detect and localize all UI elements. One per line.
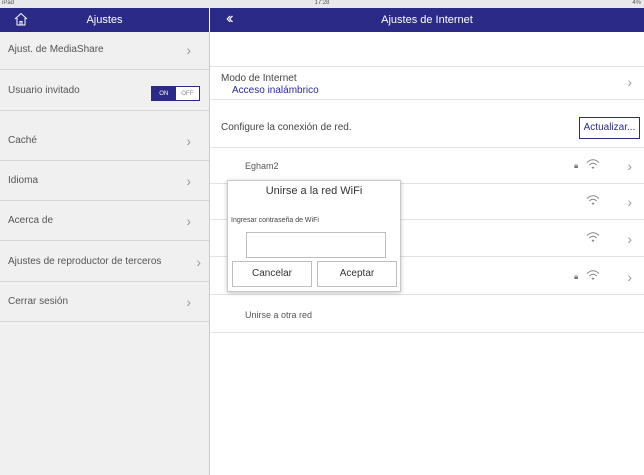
internet-mode-value: Acceso inalámbrico: [232, 85, 319, 96]
sidebar-item-label: Cerrar sesión: [8, 296, 69, 307]
password-input[interactable]: [246, 232, 386, 258]
sidebar-item-language[interactable]: Idioma ›: [0, 163, 209, 201]
internet-mode-label: Modo de Internet: [221, 73, 297, 84]
sidebar-item-about[interactable]: Acerca de ›: [0, 203, 209, 241]
toggle-on-label: ON: [152, 87, 176, 100]
sidebar-item-mediashare[interactable]: Ajust. de MediaShare ›: [0, 32, 209, 70]
sidebar-item-logout[interactable]: Cerrar sesión ›: [0, 284, 209, 322]
sidebar-item-label: Idioma: [8, 175, 39, 186]
join-other-network-label: Unirse a otra red: [245, 310, 313, 320]
sidebar-item-third-party-player[interactable]: Ajustes de reproductor de terceros ›: [0, 244, 209, 282]
network-config-label: Configure la conexión de red.: [221, 122, 352, 133]
refresh-button[interactable]: Actualizar...: [579, 117, 640, 139]
join-wifi-dialog: Unirse a la red WiFi Ingresar contraseña…: [227, 180, 401, 292]
wifi-icon: [586, 232, 600, 242]
chevron-right-icon: ›: [627, 194, 632, 210]
guest-user-toggle[interactable]: ON OFF: [151, 86, 200, 101]
wifi-icon: [586, 195, 600, 205]
chevron-right-icon: ›: [627, 231, 632, 247]
join-other-network-row[interactable]: Unirse a otra red: [210, 299, 644, 333]
chevron-right-icon: ›: [186, 173, 191, 189]
internet-settings-title: Ajustes de Internet: [381, 14, 473, 26]
sidebar-item-label: Usuario invitado: [8, 85, 80, 96]
password-label: Ingresar contraseña de WiFi: [231, 217, 319, 224]
sidebar-item-label: Ajust. de MediaShare: [8, 44, 104, 55]
chevron-right-icon: ›: [186, 213, 191, 229]
sidebar-item-guest-user: Usuario invitado ON OFF: [0, 73, 209, 111]
sidebar-item-label: Acerca de: [8, 215, 54, 226]
wifi-icon: [586, 159, 600, 169]
status-time: 17:28: [314, 0, 330, 6]
sidebar-item-cache[interactable]: Caché ›: [0, 123, 209, 161]
wifi-icon: [586, 270, 600, 280]
chevron-right-icon: ›: [186, 294, 191, 310]
chevron-right-icon: ›: [627, 158, 632, 174]
settings-nav-bar: Ajustes: [0, 8, 209, 32]
wifi-network-row[interactable]: Egham2 🔒︎ ›: [210, 148, 644, 184]
network-name: Egham2: [245, 161, 279, 171]
settings-title: Ajustes: [86, 14, 123, 26]
sidebar-item-label: Caché: [8, 135, 37, 146]
battery-level: 4%: [632, 0, 641, 6]
accept-button[interactable]: Aceptar: [317, 261, 397, 287]
toggle-off-label: OFF: [175, 87, 199, 100]
sidebar-item-label: Ajustes de reproductor de terceros: [8, 256, 162, 267]
internet-nav-bar: ‹‹ Ajustes de Internet: [210, 8, 644, 32]
settings-sidebar: Ajust. de MediaShare › Usuario invitado …: [0, 32, 209, 475]
cancel-button[interactable]: Cancelar: [232, 261, 312, 287]
chevron-right-icon: ›: [196, 254, 201, 270]
chevron-right-icon: ›: [627, 74, 632, 90]
internet-mode-row[interactable]: Modo de Internet Acceso inalámbrico ›: [210, 66, 644, 100]
lock-icon: 🔒︎: [574, 272, 579, 281]
chevron-right-icon: ›: [186, 133, 191, 149]
chevron-right-icon: ›: [186, 42, 191, 58]
lock-icon: 🔒︎: [574, 161, 579, 170]
status-bar: iPad 17:28 4%: [0, 0, 644, 8]
dialog-title: Unirse a la red WiFi: [265, 185, 363, 197]
chevron-right-icon: ›: [627, 269, 632, 285]
network-config-row: Configure la conexión de red. Actualizar…: [210, 108, 644, 148]
